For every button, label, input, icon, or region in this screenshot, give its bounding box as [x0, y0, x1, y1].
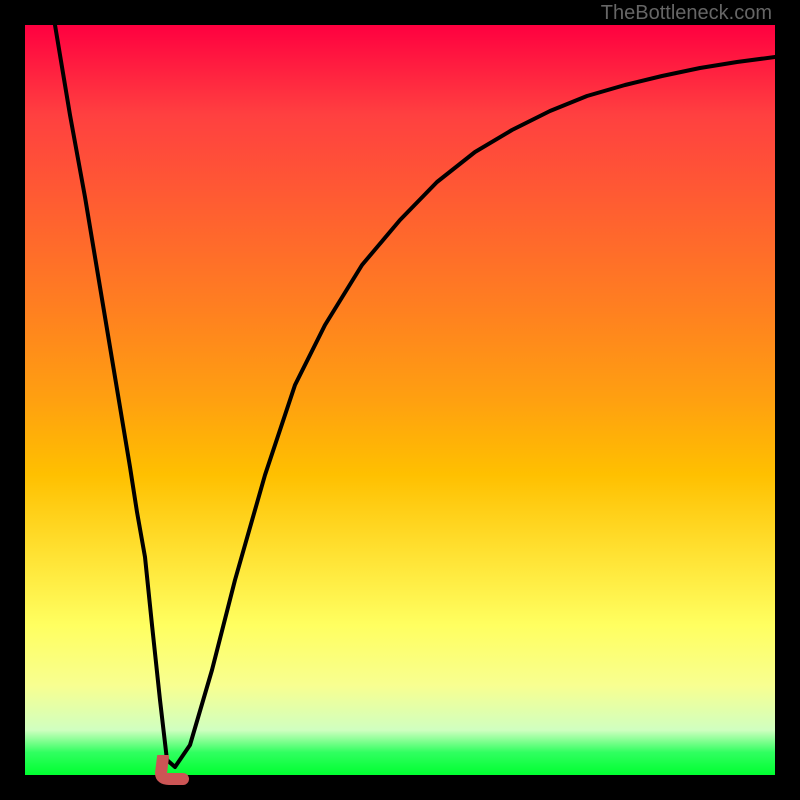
bottleneck-curve-line [55, 25, 775, 767]
bottleneck-curve-chart [25, 25, 775, 775]
watermark-text: TheBottleneck.com [601, 2, 772, 25]
optimal-point-marker [155, 755, 195, 785]
